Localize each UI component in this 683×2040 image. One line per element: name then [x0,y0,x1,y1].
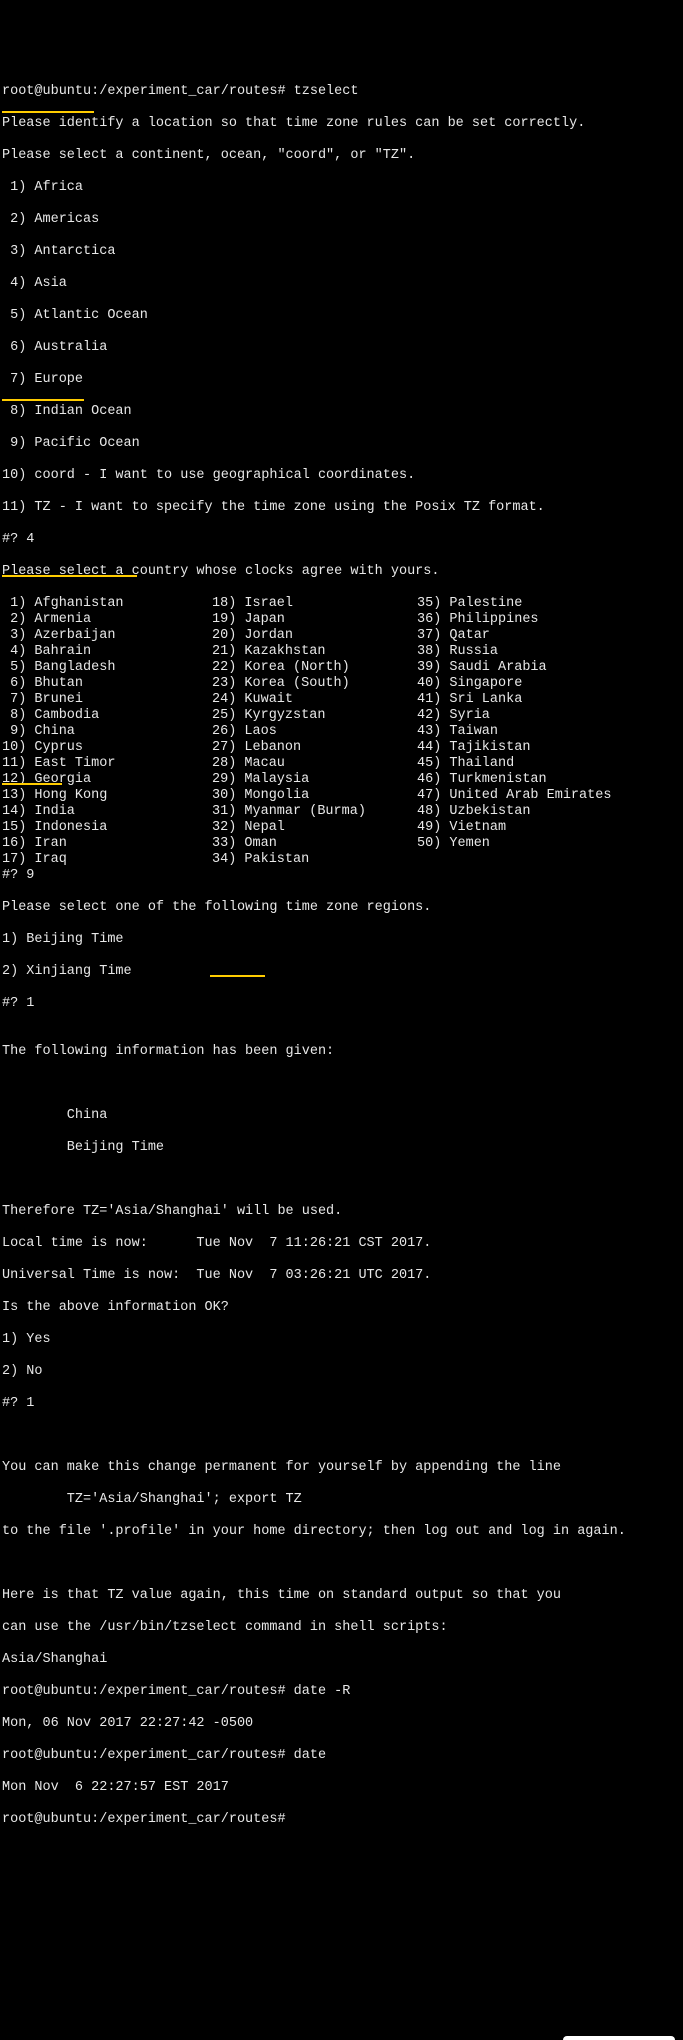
text-line: Local time is now: Tue Nov 7 11:26:21 CS… [2,1236,681,1252]
cmd-date: date [294,1748,326,1763]
highlight-offset [210,975,265,977]
text-line: You can make this change permanent for y… [2,1460,681,1476]
blank-line [2,1556,681,1572]
table-row: 5) Bangladesh22) Korea (North)39) Saudi … [2,660,547,676]
table-row: 11) East Timor28) Macau45) Thailand [2,756,514,772]
list-item: 10) coord - I want to use geographical c… [2,468,681,484]
text-line: Universal Time is now: Tue Nov 7 03:26:2… [2,1268,681,1284]
answer-line: #? 1 [2,996,681,1012]
terminal-output[interactable]: root@ubuntu:/experiment_car/routes# tzse… [2,68,681,1844]
table-row: 10) Cyprus27) Lebanon44) Tajikistan [2,740,530,756]
highlight-beijing [2,575,137,577]
table-row: 3) Azerbaijan20) Jordan37) Qatar [2,628,490,644]
text-line: can use the /usr/bin/tzselect command in… [2,1620,681,1636]
answer-line: #? 9 [2,868,681,884]
table-row: 8) Cambodia25) Kyrgyzstan42) Syria [2,708,490,724]
cmd-tzselect: tzselect [294,84,359,99]
text-line: Beijing Time [2,1140,681,1156]
text-line: to the file '.profile' in your home dire… [2,1524,681,1540]
table-row: 16) Iran33) Oman50) Yemen [2,836,490,852]
table-row: 7) Brunei24) Kuwait41) Sri Lanka [2,692,522,708]
list-item: 4) Asia [2,276,681,292]
highlight-china [2,399,84,401]
output-line: Mon Nov 6 22:27:57 EST 2017 [2,1780,681,1796]
text-line: Is the above information OK? [2,1300,681,1316]
cmd-date-r: date -R [294,1684,351,1699]
text-line: Please select one of the following time … [2,900,681,916]
watermark-badge: 亿速云 [563,2036,675,2040]
text-line: TZ='Asia/Shanghai'; export TZ [2,1492,681,1508]
list-item: 6) Australia [2,340,681,356]
text-line: Asia/Shanghai [2,1652,681,1668]
text-line: The following information has been given… [2,1044,681,1060]
table-row: 6) Bhutan23) Korea (South)40) Singapore [2,676,522,692]
highlight-asia [2,111,94,113]
blank-line [2,1172,681,1188]
prompt-line: root@ubuntu:/experiment_car/routes# date [2,1748,681,1764]
list-item: 1) Beijing Time [2,932,681,948]
list-item: 1) Yes [2,1332,681,1348]
prompt-path: root@ubuntu:/experiment_car/routes# [2,1684,286,1699]
text-line: Please select a continent, ocean, "coord… [2,148,681,164]
table-row: 12) Georgia29) Malaysia46) Turkmenistan [2,772,547,788]
blank-line [2,1076,681,1092]
answer-line: #? 1 [2,1396,681,1412]
prompt-line: root@ubuntu:/experiment_car/routes# tzse… [2,84,681,100]
list-item: 8) Indian Ocean [2,404,681,420]
table-row: 13) Hong Kong30) Mongolia47) United Arab… [2,788,611,804]
list-item: 11) TZ - I want to specify the time zone… [2,500,681,516]
list-item: 3) Antarctica [2,244,681,260]
list-item: 1) Africa [2,180,681,196]
output-line: Mon, 06 Nov 2017 22:27:42 -0500 [2,1716,681,1732]
prompt-line: root@ubuntu:/experiment_car/routes# date… [2,1684,681,1700]
text-line: Here is that TZ value again, this time o… [2,1588,681,1604]
blank-line [2,1428,681,1444]
answer-line: #? 4 [2,532,681,548]
prompt-path: root@ubuntu:/experiment_car/routes# [2,1748,286,1763]
list-item: 7) Europe [2,372,681,388]
list-item: 2) Xinjiang Time [2,964,681,980]
text-line: China [2,1108,681,1124]
table-row: 9) China26) Laos43) Taiwan [2,724,498,740]
table-row: 14) India31) Myanmar (Burma)48) Uzbekist… [2,804,530,820]
text-line: Please identify a location so that time … [2,116,681,132]
table-row: 17) Iraq34) Pakistan [2,852,417,868]
prompt-path: root@ubuntu:/experiment_car/routes# [2,84,286,99]
table-row: 15) Indonesia32) Nepal49) Vietnam [2,820,506,836]
prompt-line[interactable]: root@ubuntu:/experiment_car/routes# [2,1812,681,1828]
list-item: 9) Pacific Ocean [2,436,681,452]
table-row: 1) Afghanistan18) Israel35) Palestine [2,596,522,612]
text-line: Therefore TZ='Asia/Shanghai' will be use… [2,1204,681,1220]
highlight-yes [2,783,62,785]
table-row: 4) Bahrain21) Kazakhstan38) Russia [2,644,498,660]
list-item: 2) Americas [2,212,681,228]
text-line: Please select a country whose clocks agr… [2,564,681,580]
table-row: 2) Armenia19) Japan36) Philippines [2,612,539,628]
list-item: 5) Atlantic Ocean [2,308,681,324]
list-item: 2) No [2,1364,681,1380]
prompt-path: root@ubuntu:/experiment_car/routes# [2,1812,286,1827]
